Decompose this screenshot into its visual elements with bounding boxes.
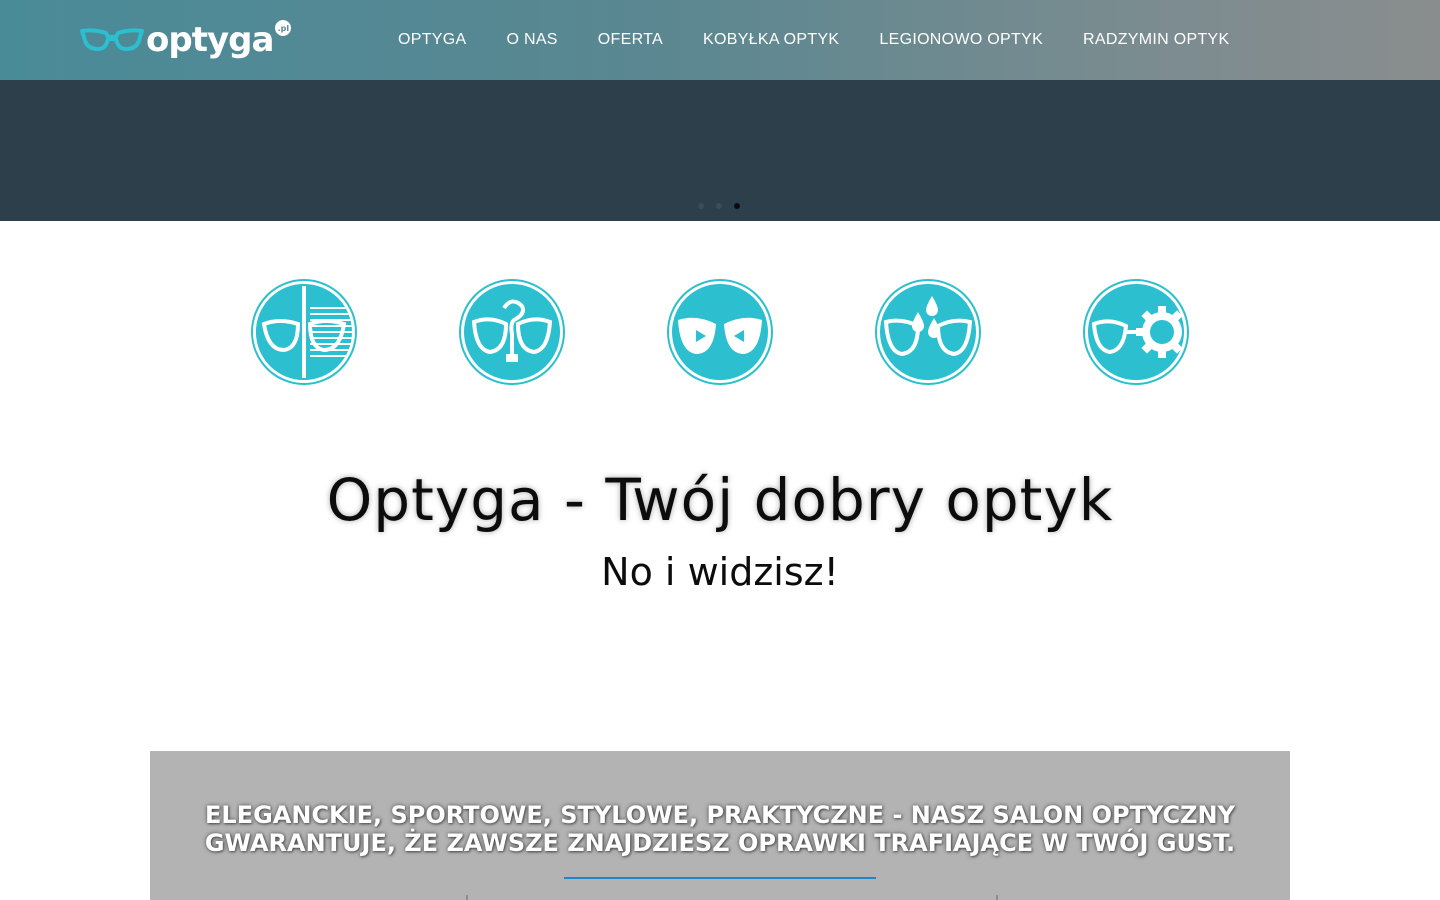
slider-dot[interactable] xyxy=(716,203,722,209)
slider-dot[interactable] xyxy=(698,203,704,209)
promo-band: ELEGANCKIE, SPORTOWE, STYLOWE, PRAKTYCZN… xyxy=(150,751,1290,900)
feature-icons-row xyxy=(250,278,1190,388)
glasses-question-icon[interactable] xyxy=(458,278,566,386)
glasses-gradient-lens-icon[interactable] xyxy=(250,278,358,386)
logo-text: optyga xyxy=(146,20,274,60)
promo-band-divider xyxy=(564,877,876,879)
glasses-eyes-icon[interactable] xyxy=(666,278,774,386)
nav-item-o-nas[interactable]: O NAS xyxy=(486,31,577,49)
nav-item-kobylka-optyk[interactable]: KOBYŁKA OPTYK xyxy=(683,31,859,49)
top-navbar: optyga .pl OPTYGA O NAS OFERTA KOBYŁKA O… xyxy=(0,0,1440,80)
logo-badge: .pl xyxy=(275,20,292,36)
glasses-drops-icon[interactable] xyxy=(874,278,982,386)
slider-dot-active[interactable] xyxy=(734,203,740,209)
page-headline: Optyga - Twój dobry optyk xyxy=(326,466,1114,534)
promo-band-line-1: ELEGANCKIE, SPORTOWE, STYLOWE, PRAKTYCZN… xyxy=(205,801,1235,829)
nav-item-oferta[interactable]: OFERTA xyxy=(578,31,683,49)
site-logo[interactable]: optyga .pl xyxy=(80,18,292,62)
promo-band-line-2: GWARANTUJE, ŻE ZAWSZE ZNAJDZIESZ OPRAWKI… xyxy=(204,829,1236,857)
promo-band-divider-tick xyxy=(996,895,998,900)
main-nav: OPTYGA O NAS OFERTA KOBYŁKA OPTYK LEGION… xyxy=(378,0,1249,80)
hero-slider: optyga .pl OPTYGA O NAS OFERTA KOBYŁKA O… xyxy=(0,0,1440,221)
glasses-gear-icon[interactable] xyxy=(1082,278,1190,386)
promo-band-divider-tick xyxy=(466,895,468,900)
page-subheadline: No i widzisz! xyxy=(601,550,839,594)
nav-item-radzymin-optyk[interactable]: RADZYMIN OPTYK xyxy=(1063,31,1249,49)
nav-item-optyga[interactable]: OPTYGA xyxy=(378,31,486,49)
glasses-logo-icon xyxy=(80,28,144,51)
promo-band-text: ELEGANCKIE, SPORTOWE, STYLOWE, PRAKTYCZN… xyxy=(150,801,1290,857)
slider-dots xyxy=(698,203,740,209)
nav-item-legionowo-optyk[interactable]: LEGIONOWO OPTYK xyxy=(859,31,1063,49)
